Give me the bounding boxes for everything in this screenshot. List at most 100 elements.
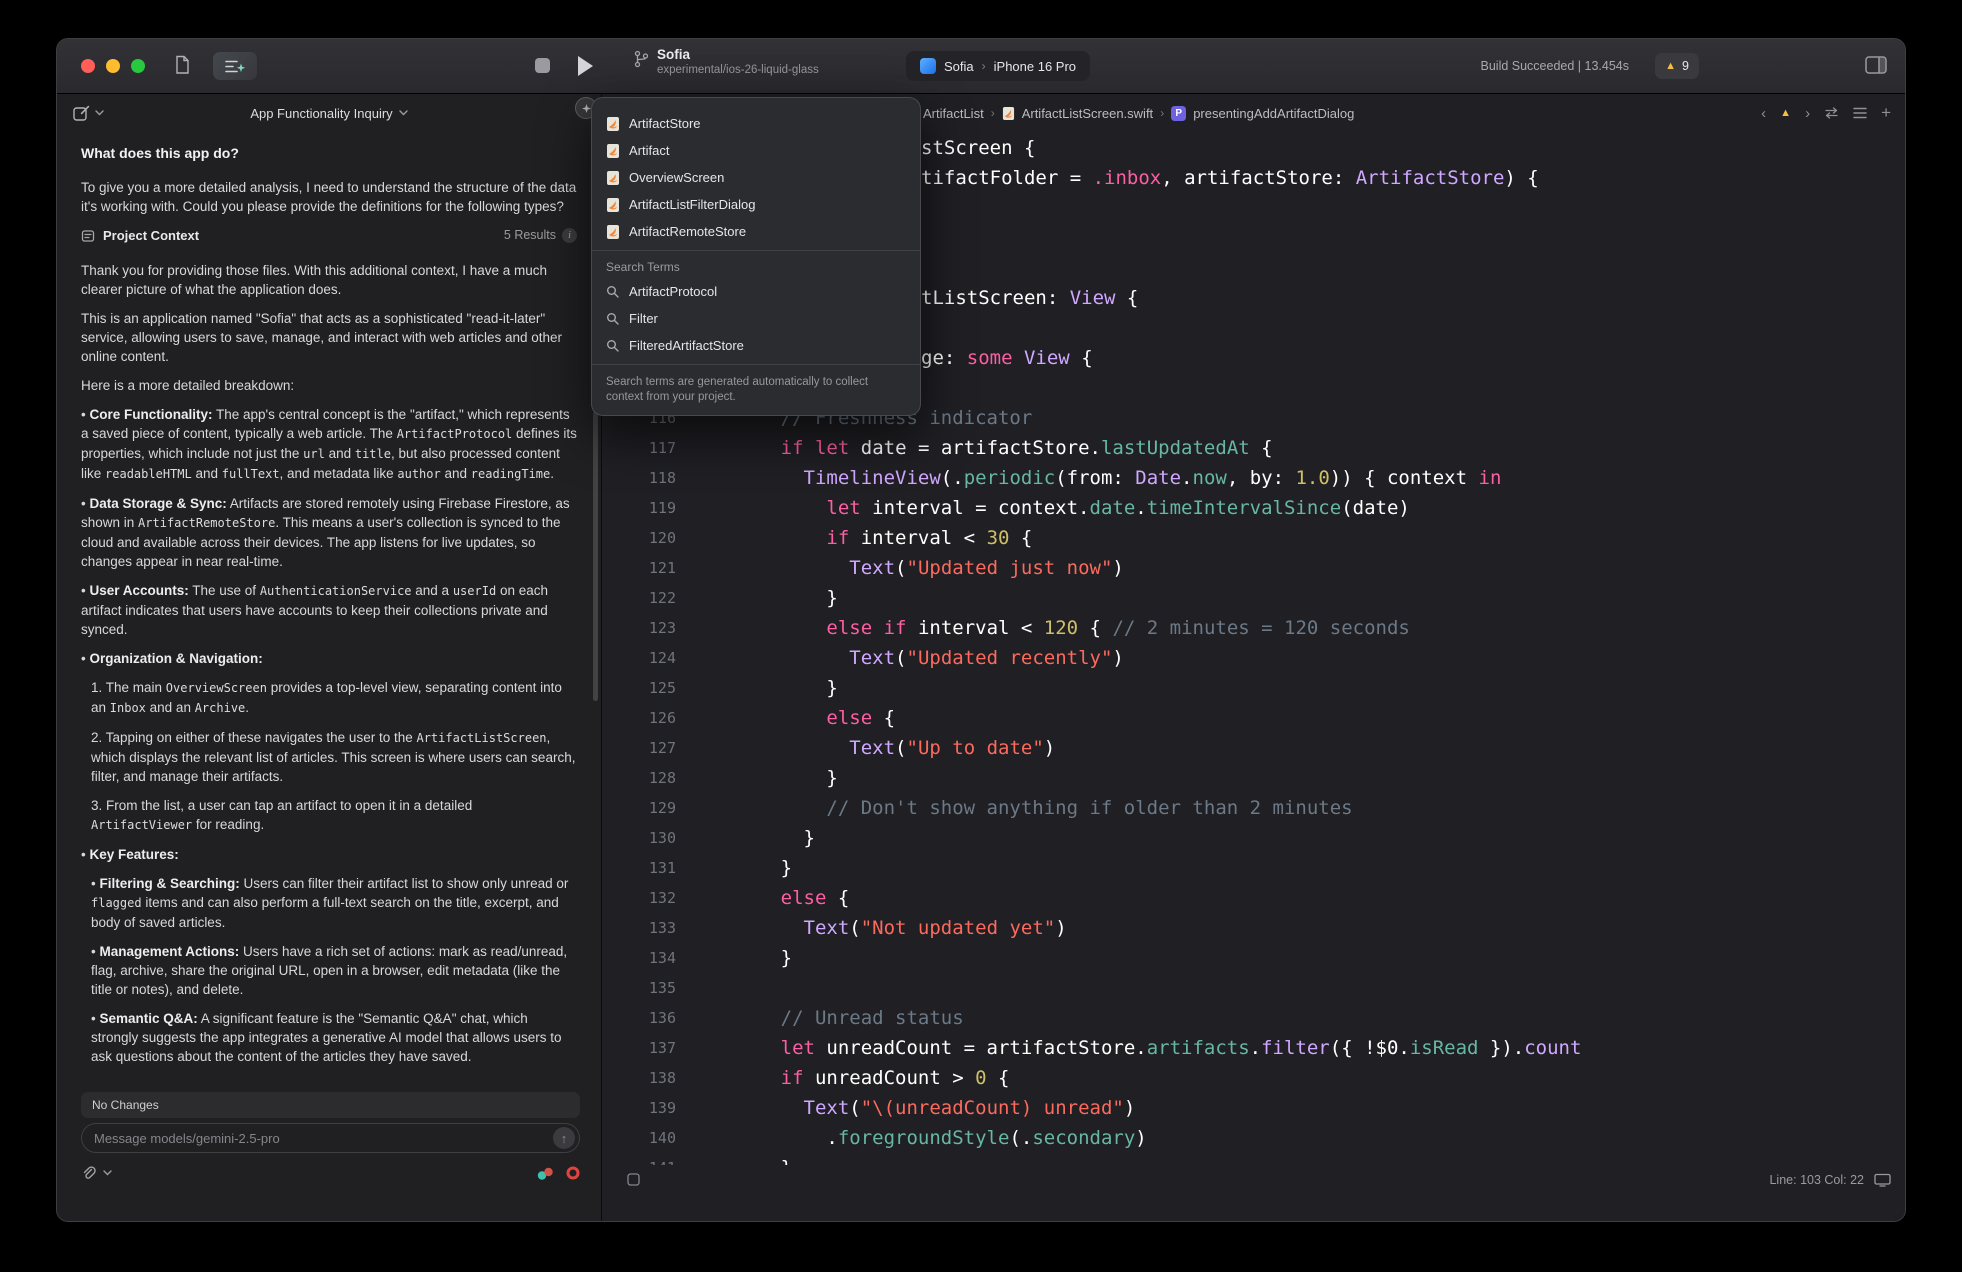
popover-file-item[interactable]: OverviewScreen (592, 164, 920, 191)
chat-paragraph: • Core Functionality: The app's central … (81, 405, 577, 484)
issues-warning-icon[interactable]: ▲ (1780, 107, 1791, 119)
warnings-badge[interactable]: ▲ 9 (1655, 53, 1699, 79)
warning-icon: ▲ (1665, 60, 1676, 72)
scheme-selector[interactable]: Sofia › iPhone 16 Pro (906, 51, 1090, 81)
project-status[interactable]: Sofia experimental/ios-26-liquid-glass (634, 47, 819, 76)
popover-file-item[interactable]: ArtifactListFilterDialog (592, 191, 920, 218)
forward-button[interactable]: › (1805, 105, 1810, 122)
no-changes-bar[interactable]: No Changes (81, 1092, 580, 1118)
code-line: 124 Text("Updated recently") (603, 643, 1905, 673)
popover-search-term[interactable]: ArtifactProtocol (592, 278, 920, 305)
line-number: 124 (603, 643, 676, 673)
code-line: 127 Text("Up to date") (603, 733, 1905, 763)
related-items-icon[interactable] (1824, 107, 1839, 119)
toolbar: Sofia experimental/ios-26-liquid-glass S… (57, 39, 1905, 94)
minimap-icon[interactable] (1853, 107, 1867, 119)
chevron-down-icon[interactable] (103, 1170, 112, 1176)
context-popover: ArtifactStore Artifact OverviewScreen Ar… (591, 97, 921, 416)
chat-paragraph: 3. From the list, a user can tap an arti… (81, 796, 577, 835)
zoom-button[interactable] (131, 59, 145, 73)
chevron-down-icon[interactable] (95, 110, 104, 116)
breadcrumb-member[interactable]: presentingAddArtifactDialog (1193, 106, 1354, 121)
stop-button[interactable] (535, 58, 550, 73)
model-icon[interactable] (536, 1166, 554, 1181)
send-button[interactable]: ↑ (553, 1127, 575, 1149)
intelligence-sparkle-icon (224, 58, 247, 75)
line-number: 128 (603, 763, 676, 793)
inspector-toggle-button[interactable] (1865, 56, 1887, 74)
line-number: 130 (603, 823, 676, 853)
line-number: 129 (603, 793, 676, 823)
swift-file-icon (605, 224, 620, 240)
run-destination[interactable]: iPhone 16 Pro (994, 59, 1076, 74)
chat-scrollbar[interactable] (593, 411, 598, 701)
code-line: 129 // Don't show anything if older than… (603, 793, 1905, 823)
swift-file-icon (605, 170, 620, 186)
chat-body: Thank you for providing those files. Wit… (81, 261, 577, 1066)
chevron-right-icon: › (1160, 106, 1164, 120)
intelligence-button[interactable] (213, 52, 257, 80)
line-number: 134 (603, 943, 676, 973)
chat-paragraph: • Filtering & Searching: Users can filte… (81, 874, 577, 932)
run-button[interactable] (578, 56, 593, 76)
popover-footer: Search terms are generated automatically… (592, 370, 920, 407)
divider (592, 250, 920, 251)
search-icon (605, 285, 620, 298)
back-button[interactable]: ‹ (1761, 105, 1766, 122)
property-badge-icon: P (1171, 106, 1186, 121)
usage-indicator-icon[interactable] (566, 1166, 580, 1180)
chevron-right-icon: › (982, 59, 986, 73)
popover-file-item[interactable]: ArtifactStore (592, 110, 920, 137)
chat-paragraph: • Organization & Navigation: (81, 649, 577, 668)
swift-file-icon (1002, 106, 1015, 121)
main-content: App Functionality Inquiry What does this… (57, 94, 1905, 1221)
project-context-row[interactable]: Project Context 5 Results i (81, 226, 577, 245)
warning-count: 9 (1682, 59, 1689, 73)
code-line: 126 else { (603, 703, 1905, 733)
chat-paragraph: 2. Tapping on either of these navigates … (81, 728, 577, 786)
line-number: 121 (603, 553, 676, 583)
popover-search-term[interactable]: FilteredArtifactStore (592, 332, 920, 359)
code-line: 132 else { (603, 883, 1905, 913)
line-number: 135 (603, 973, 676, 1003)
popover-file-item[interactable]: Artifact (592, 137, 920, 164)
build-status: Build Succeeded | 13.454s (1481, 59, 1630, 73)
display-icon[interactable] (1874, 1173, 1891, 1187)
breadcrumb-group[interactable]: ArtifactList (923, 106, 984, 121)
add-editor-button[interactable]: + (1881, 103, 1891, 123)
code-line: 128 } (603, 763, 1905, 793)
chat-paragraph: • Key Features: (81, 845, 577, 864)
context-results-count: 5 Results (504, 226, 556, 245)
compose-icon[interactable] (73, 105, 90, 122)
line-number: 133 (603, 913, 676, 943)
code-line: 135 (603, 973, 1905, 1003)
chat-input[interactable]: Message models/gemini-2.5-pro ↑ (81, 1123, 580, 1153)
popover-search-term[interactable]: Filter (592, 305, 920, 332)
line-number: 127 (603, 733, 676, 763)
minimize-button[interactable] (106, 59, 120, 73)
project-name: Sofia (657, 47, 819, 62)
chat-title[interactable]: App Functionality Inquiry (57, 106, 601, 121)
scheme-name[interactable]: Sofia (944, 59, 974, 74)
branch-icon (634, 50, 649, 68)
chat-paragraph: This is an application named "Sofia" tha… (81, 309, 577, 366)
line-number: 136 (603, 1003, 676, 1033)
branch-name: experimental/ios-26-liquid-glass (657, 64, 819, 76)
code-line: 117 if let date = artifactStore.lastUpda… (603, 433, 1905, 463)
line-number: 141 (603, 1153, 676, 1165)
popover-file-item[interactable]: ArtifactRemoteStore (592, 218, 920, 245)
line-number: 123 (603, 613, 676, 643)
info-icon[interactable]: i (562, 228, 577, 243)
line-number: 140 (603, 1123, 676, 1153)
breakpoint-toggle-icon[interactable] (627, 1173, 640, 1186)
chat-paragraph: • Semantic Q&A: A significant feature is… (81, 1009, 577, 1066)
breadcrumb-file[interactable]: ArtifactListScreen.swift (1022, 106, 1154, 121)
close-button[interactable] (81, 59, 95, 73)
traffic-lights (81, 59, 145, 73)
chevron-right-icon: › (991, 106, 995, 120)
code-line: 136 // Unread status (603, 1003, 1905, 1033)
attach-icon[interactable] (81, 1165, 97, 1181)
new-document-button[interactable] (175, 55, 190, 75)
code-line: 120 if interval < 30 { (603, 523, 1905, 553)
line-number: 137 (603, 1033, 676, 1063)
